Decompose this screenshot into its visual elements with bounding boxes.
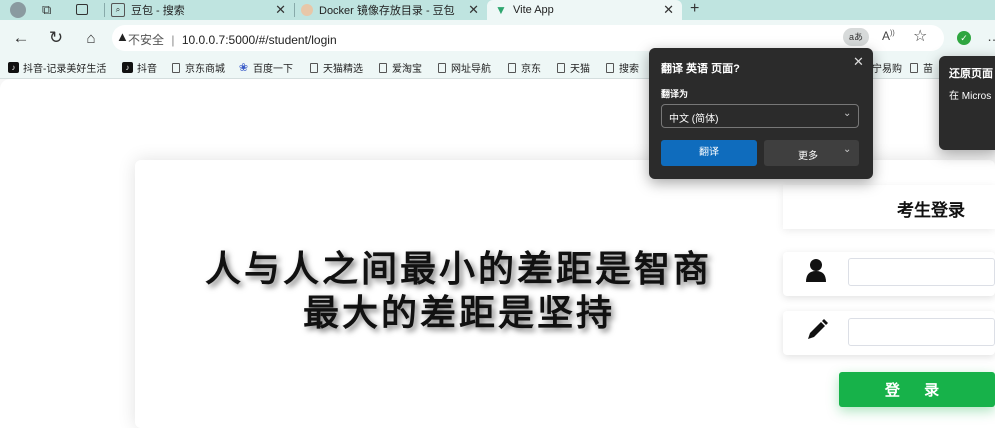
- bookmark-label: 宁易购: [872, 64, 902, 75]
- translate-icon[interactable]: aあ: [843, 28, 869, 46]
- bookmark-label: 天猫精选: [323, 64, 363, 75]
- tab-divider: [294, 3, 295, 17]
- bookmark-label: 抖音: [137, 64, 157, 75]
- tab-title: Vite App: [513, 4, 554, 16]
- document-icon: [310, 62, 318, 73]
- tab-divider: [104, 3, 105, 17]
- bookmark-label: 京东: [521, 64, 541, 75]
- doubao-icon: [301, 4, 313, 16]
- bookmark-baidu[interactable]: ❀ 百度一下: [238, 60, 293, 76]
- bookmark-label: 抖音-记录美好生活: [23, 64, 107, 75]
- tab-title: 豆包 - 搜索: [131, 5, 185, 17]
- tab-vite-app[interactable]: ▼ Vite App ✕: [487, 0, 682, 20]
- user-icon: [806, 258, 826, 285]
- bookmark-aitaobao[interactable]: 爱淘宝: [379, 60, 422, 75]
- extension-icon[interactable]: ✓: [957, 31, 971, 45]
- more-button[interactable]: 更多 ⌄: [764, 140, 859, 166]
- favorite-star-icon[interactable]: ☆: [913, 26, 927, 46]
- tab-actions-icon[interactable]: [76, 4, 88, 15]
- baidu-icon: ❀: [238, 61, 249, 74]
- bookmark-label: 天猫: [570, 64, 590, 75]
- close-icon[interactable]: ✕: [275, 2, 286, 18]
- tiktok-icon: ♪: [122, 62, 133, 73]
- bookmark-suning[interactable]: 宁易购: [872, 60, 902, 75]
- warning-icon[interactable]: ▲: [116, 29, 129, 44]
- close-icon[interactable]: ✕: [663, 2, 674, 18]
- bookmark-search[interactable]: 搜索: [606, 60, 639, 75]
- login-button[interactable]: 登 录: [839, 372, 995, 407]
- restore-title: 还原页面: [949, 68, 993, 80]
- bookmark-douyin-life[interactable]: ♪ 抖音-记录美好生活: [8, 60, 106, 75]
- bookmark-nav[interactable]: 网址导航: [438, 60, 491, 75]
- bookmark-label: 苗: [923, 64, 933, 75]
- bookmark-more[interactable]: 苗: [910, 60, 933, 75]
- search-icon: ⌕: [111, 3, 125, 17]
- back-icon[interactable]: ←: [9, 26, 33, 50]
- translate-title: 翻译 英语 页面?: [661, 63, 740, 75]
- more-button-label: 更多: [798, 151, 818, 162]
- bookmark-jd[interactable]: 京东: [508, 60, 541, 75]
- tab-doubao-search[interactable]: ⌕ 豆包 - 搜索 ✕: [104, 0, 294, 20]
- password-input[interactable]: [848, 318, 995, 346]
- bookmark-tmall-select[interactable]: 天猫精选: [310, 60, 363, 75]
- document-icon: [438, 62, 446, 73]
- language-select-value: 中文 (简体): [669, 114, 719, 125]
- vue-icon: ▼: [495, 3, 507, 17]
- bookmark-label: 网址导航: [451, 64, 491, 75]
- bookmark-label: 搜索: [619, 64, 639, 75]
- username-input[interactable]: [848, 258, 995, 286]
- workspaces-icon[interactable]: ⧉: [42, 2, 51, 18]
- document-icon: [508, 62, 516, 73]
- home-icon[interactable]: ⌂: [79, 26, 103, 50]
- tab-docker-doubao[interactable]: Docker 镜像存放目录 - 豆包 ✕: [294, 0, 487, 20]
- bookmark-label: 京东商城: [185, 64, 225, 75]
- more-icon[interactable]: …: [987, 28, 995, 44]
- bookmark-douyin[interactable]: ♪ 抖音: [122, 60, 157, 75]
- chevron-down-icon: ⌄: [843, 108, 852, 119]
- bookmark-label: 爱淘宝: [392, 64, 422, 75]
- translate-to-label: 翻译为: [661, 89, 689, 99]
- security-label: 不安全: [128, 33, 165, 47]
- bookmark-label: 百度一下: [253, 64, 293, 75]
- document-icon: [379, 62, 387, 73]
- url-text: 10.0.0.7:5000/#/student/login: [181, 33, 337, 47]
- motto-line-2: 最大的差距是坚持: [303, 292, 616, 334]
- translate-button[interactable]: 翻译: [661, 140, 757, 166]
- pencil-icon: [805, 318, 829, 345]
- document-icon: [606, 62, 614, 73]
- close-icon[interactable]: ✕: [853, 54, 864, 70]
- address-separator: |: [171, 33, 175, 47]
- document-icon: [910, 62, 918, 73]
- bookmark-jd-mall[interactable]: 京东商城: [172, 60, 225, 75]
- tab-title: Docker 镜像存放目录 - 豆包: [319, 5, 455, 17]
- login-title: 考生登录: [897, 201, 965, 220]
- restore-body: 在 Micros: [949, 91, 992, 102]
- reload-icon[interactable]: ↻: [44, 26, 68, 50]
- bookmark-tmall[interactable]: 天猫: [557, 60, 590, 75]
- chevron-down-icon: ⌄: [843, 144, 852, 155]
- document-icon: [172, 62, 180, 73]
- new-tab-button[interactable]: +: [690, 0, 699, 18]
- restore-popup: 还原页面 在 Micros: [939, 56, 995, 150]
- tiktok-icon: ♪: [8, 62, 19, 73]
- document-icon: [557, 62, 565, 73]
- close-icon[interactable]: ✕: [468, 2, 479, 18]
- read-aloud-icon[interactable]: A)): [882, 29, 895, 43]
- address-text[interactable]: 不安全 | 10.0.0.7:5000/#/student/login: [128, 31, 337, 48]
- language-select[interactable]: 中文 (简体) ⌄: [661, 104, 859, 128]
- profile-avatar-icon[interactable]: [10, 2, 26, 18]
- translate-popup: 翻译 英语 页面? ✕ 翻译为 中文 (简体) ⌄ 翻译 更多 ⌄: [649, 48, 873, 179]
